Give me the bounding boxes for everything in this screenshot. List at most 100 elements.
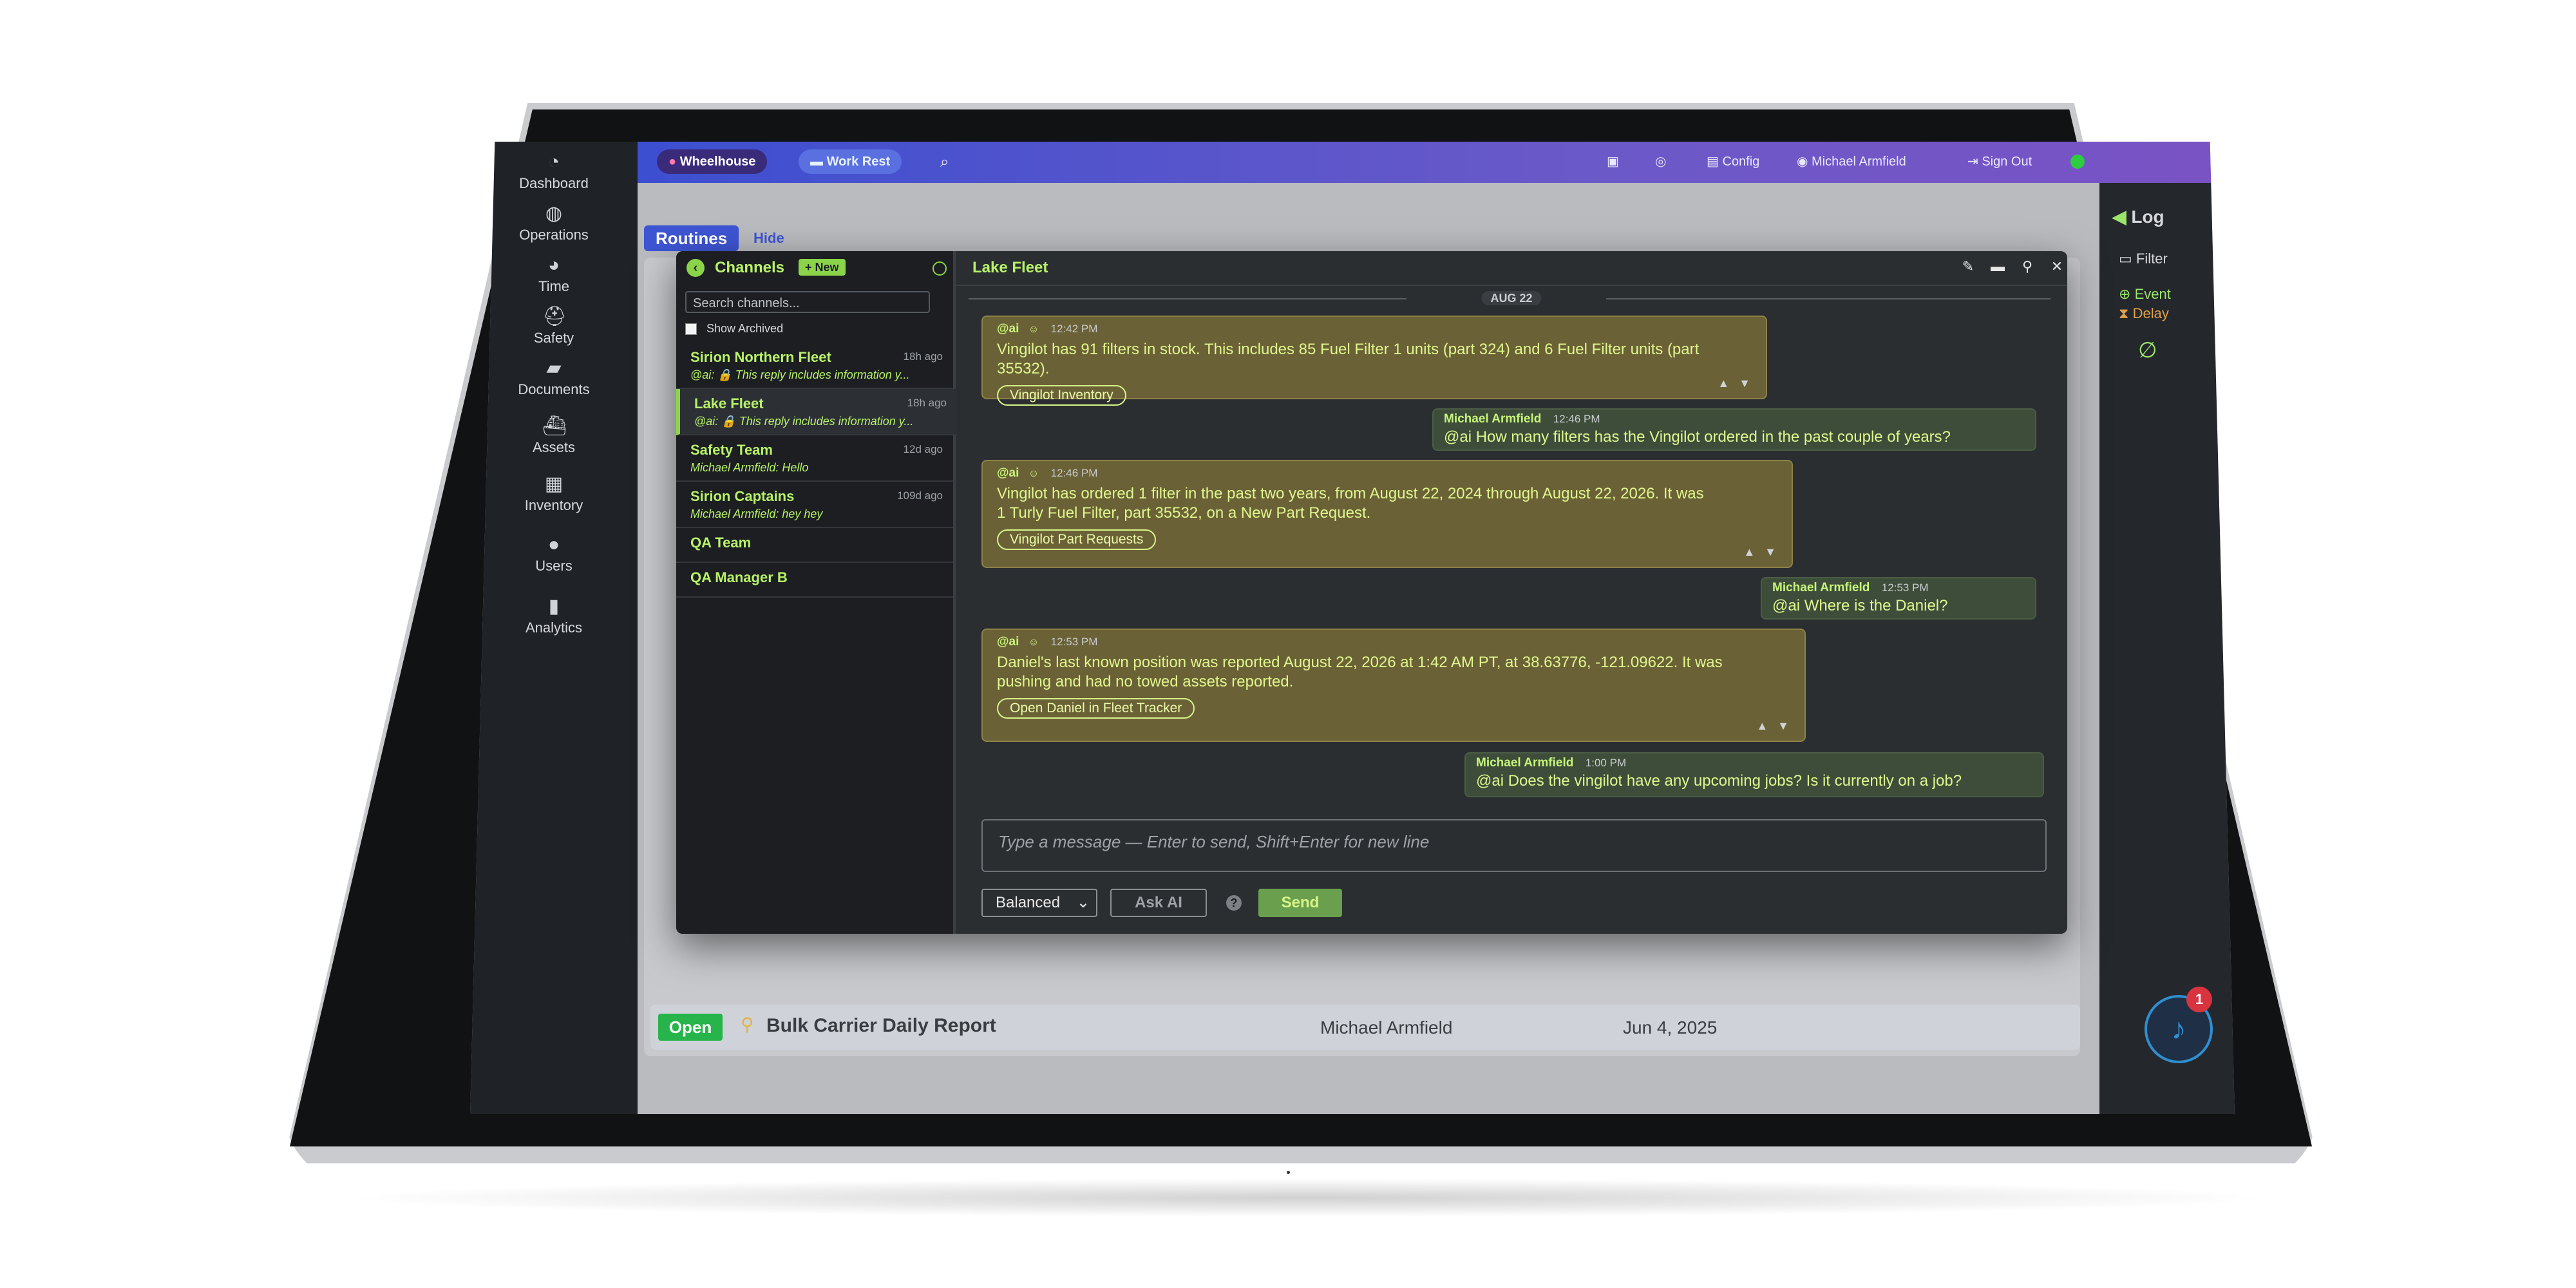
device-scene: ◔ Dashboard ◍ Operations ◕ Time ⛑ Safety… [0,0,2576,1288]
send-button[interactable]: Send [1258,889,1342,917]
message-time: 1:00 PM [1585,757,1627,769]
ask-ai-button[interactable]: Ask AI [1110,889,1207,917]
sidebar-item-inventory[interactable]: ▦ Inventory [470,475,638,514]
message-text: Vingilot has ordered 1 filter in the pas… [997,485,1704,522]
channels-header: ‹ Channels + New [676,251,953,285]
user-icon: ◉ [1797,155,1808,169]
config-label: Config [1722,155,1760,169]
sidebar-item-label: Operations [519,227,589,243]
message-text: @ai How many filters has the Vingilot or… [1444,428,1951,446]
message-time: 12:53 PM [1881,582,1929,594]
sign-out-label: Sign Out [1982,155,2032,169]
robot-icon: ☺ [1028,468,1039,479]
channel-preview: Michael Armfield: Hello [690,461,809,474]
channel-item[interactable]: QA Manager B [676,563,953,598]
message-text: @ai Where is the Daniel? [1772,597,1948,614]
sidebar-item-label: Assets [532,439,576,455]
wheelhouse-tab[interactable]: ● Wheelhouse [657,149,768,174]
channel-item[interactable]: Safety Team 12d ago Michael Armfield: He… [676,435,953,482]
channel-search-input[interactable]: Search channels... [685,291,930,313]
show-archived-label: Show Archived [706,322,784,335]
reactions: ▲ ▼ [1756,719,1789,733]
message-text: Vingilot has 91 filters in stock. This i… [997,341,1700,377]
sidebar-item-label: Time [538,278,570,294]
sidebar-item-label: Safety [533,330,574,346]
sidebar-item-assets[interactable]: ⛴ Assets [470,417,638,456]
user-menu[interactable]: ◉ Michael Armfield [1797,153,1906,169]
log-header[interactable]: ◀ Log [2112,206,2164,227]
event-label: Event [2134,286,2171,302]
new-channel-button[interactable]: + New [799,259,846,276]
sidebar-item-documents[interactable]: ▰ Documents [470,359,638,398]
user-message: Michael Armfield 12:46 PM @ai How many f… [1432,408,2036,451]
pin-icon: ⚲ [741,1014,754,1034]
channel-time: 18h ago [907,397,947,409]
message-author: Michael Armfield [1476,756,1574,770]
message-author: @ai [997,635,1019,649]
chat-icon[interactable]: ▣ [1607,153,1619,169]
sidebar-item-label: Inventory [524,497,583,513]
notification-count-badge: 1 [2186,987,2212,1012]
help-icon[interactable]: ◎ [1655,153,1666,169]
delay-button[interactable]: ⧗ Delay [2119,305,2169,322]
show-archived-checkbox[interactable] [685,323,697,336]
sidebar-item-label: Dashboard [519,175,589,191]
thumbs-down-icon[interactable]: ▼ [1765,545,1776,558]
filter-icon: ▭ [2119,251,2132,267]
user-message: Michael Armfield 12:53 PM @ai Where is t… [1761,577,2036,620]
open-daniel-fleet-tracker-link[interactable]: Open Daniel in Fleet Tracker [997,698,1195,719]
thumbs-up-icon[interactable]: ▲ [1718,377,1729,390]
thumbs-down-icon[interactable]: ▼ [1739,377,1750,390]
pin-icon[interactable]: ⚲ [2020,259,2035,274]
edit-icon[interactable]: ✎ [1960,259,1976,274]
settings-icon[interactable] [933,261,947,276]
robot-icon: ☺ [1028,324,1039,335]
vingilot-part-requests-link[interactable]: Vingilot Part Requests [997,529,1157,550]
table-row[interactable]: Open ⚲ Bulk Carrier Daily Report Michael… [650,1005,2080,1050]
message-text: Daniel's last known position was reporte… [997,654,1723,690]
conversation-header: Lake Fleet ✎ ▬ ⚲ ✕ [956,251,2067,286]
channel-name: Sirion Captains [690,488,795,504]
divider [1606,298,2050,299]
search-icon[interactable]: ⌕ [940,153,949,171]
config-link[interactable]: ▤ Config [1707,153,1759,169]
filter-label: Filter [2136,251,2168,267]
thumbs-up-icon[interactable]: ▲ [1756,719,1768,732]
show-archived-toggle[interactable]: Show Archived [685,322,783,336]
sidebar-item-time[interactable]: ◕ Time [470,256,638,295]
close-icon[interactable]: ✕ [2049,259,2065,274]
sidebar-item-dashboard[interactable]: ◔ Dashboard [470,153,638,192]
filter-button[interactable]: ▭ Filter [2119,251,2168,267]
message-author: Michael Armfield [1444,412,1542,426]
row-date: Jun 4, 2025 [1623,1018,1718,1037]
sidebar-item-users[interactable]: ● Users [470,535,638,574]
sidebar-item-operations[interactable]: ◍ Operations [470,203,638,243]
sidebar-item-analytics[interactable]: ▮ Analytics [470,597,638,636]
event-button[interactable]: ⊕ Event [2119,286,2171,303]
date-separator: AUG 22 [956,291,2067,305]
channel-item-active[interactable]: Lake Fleet 18h ago @ai: 🔒 This reply inc… [676,389,957,435]
message-input[interactable]: Type a message — Enter to send, Shift+En… [981,819,2047,872]
back-icon[interactable]: ‹ [687,259,705,277]
channels-title: Channels [715,259,785,276]
app-screen: ◔ Dashboard ◍ Operations ◕ Time ⛑ Safety… [470,142,2235,1114]
channel-item[interactable]: Sirion Northern Fleet 18h ago @ai: 🔒 Thi… [676,343,953,389]
channel-item[interactable]: QA Team [676,528,953,563]
vingilot-inventory-link[interactable]: Vingilot Inventory [997,385,1126,406]
operations-icon: ◍ [545,203,563,224]
help-icon[interactable]: ? [1226,895,1242,911]
message-author: @ai [997,322,1019,336]
hide-link[interactable]: Hide [753,230,784,247]
archive-icon[interactable]: ▬ [1990,259,2005,274]
channel-item[interactable]: Sirion Captains 109d ago Michael Armfiel… [676,482,953,528]
routines-button[interactable]: Routines [644,225,739,251]
mode-select[interactable]: Balanced ⌄ [981,889,1097,917]
sidebar-item-safety[interactable]: ⛑ Safety [470,307,638,346]
sign-out-link[interactable]: ⇥ Sign Out [1967,153,2032,169]
thumbs-down-icon[interactable]: ▼ [1777,719,1789,732]
bed-icon: ▬ [810,155,823,169]
conversation-title: Lake Fleet [972,259,1048,276]
log-label: Log [2131,207,2164,227]
work-rest-tab[interactable]: ▬ Work Rest [799,149,902,174]
thumbs-up-icon[interactable]: ▲ [1743,545,1755,558]
